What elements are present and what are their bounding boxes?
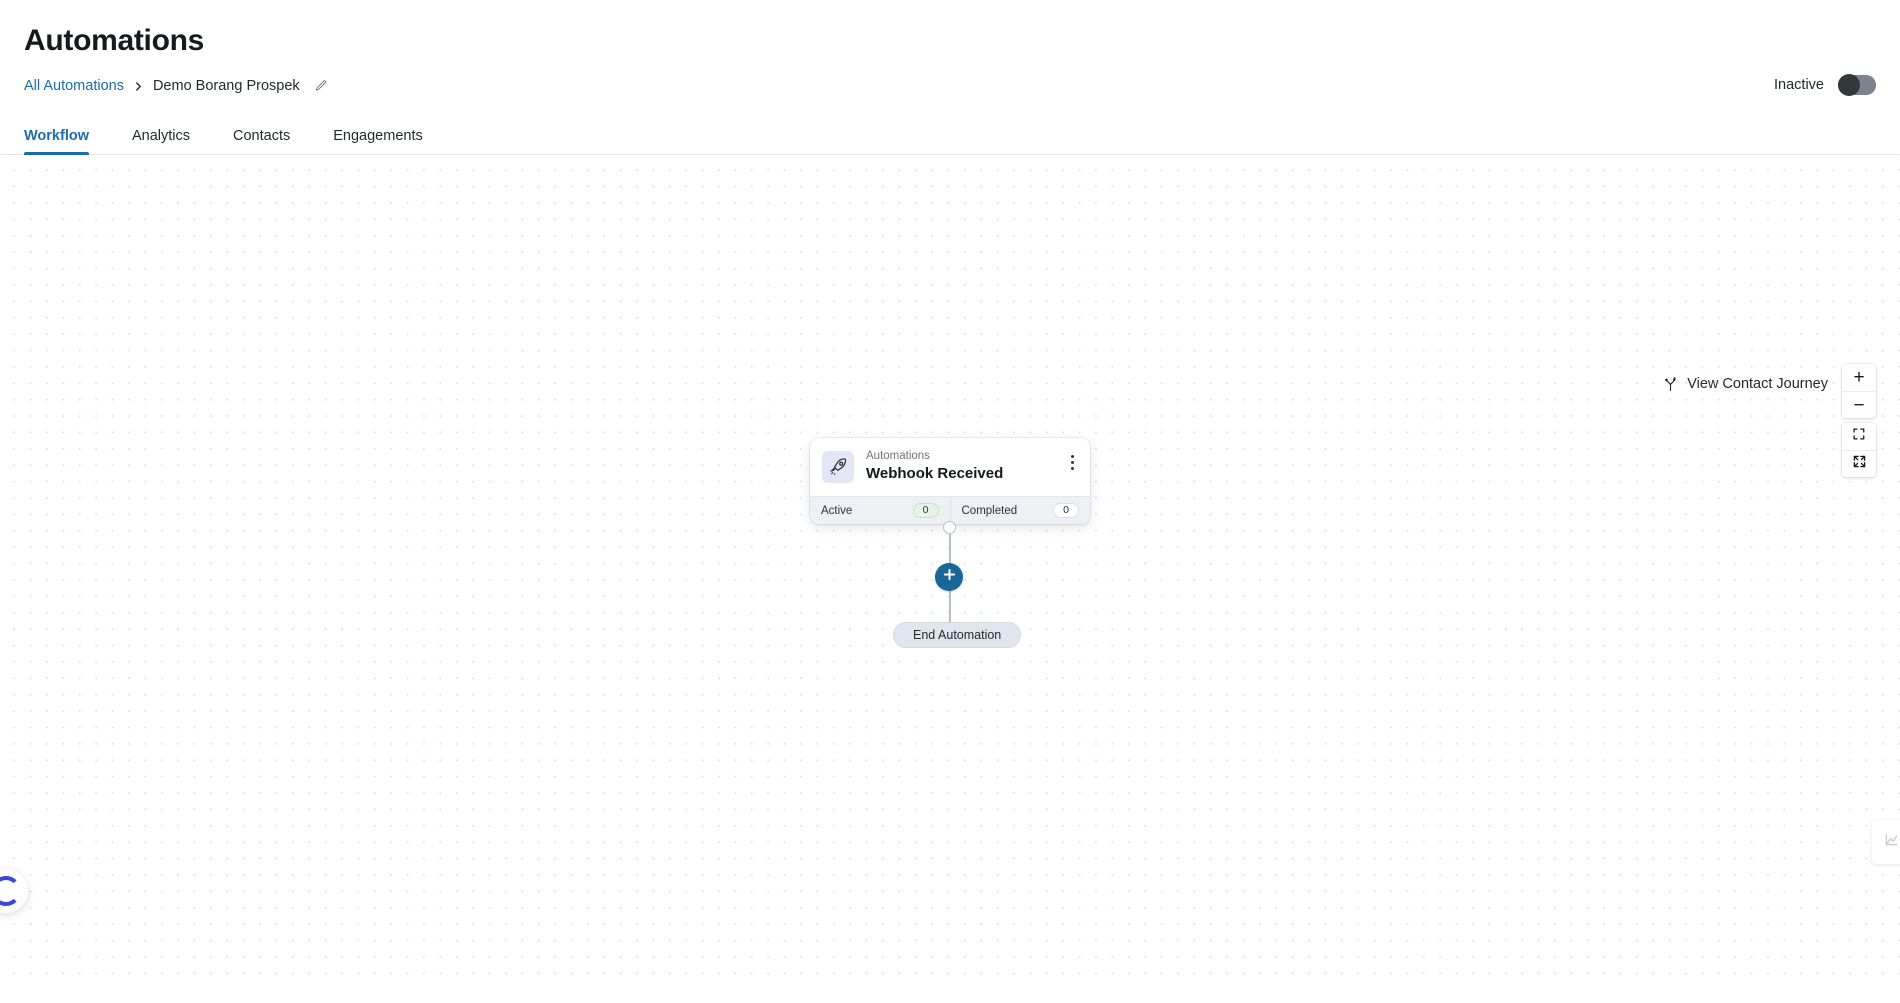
tab-analytics-label: Analytics [131, 128, 191, 144]
menu-dot [1070, 454, 1074, 458]
status-label: Inactive [1774, 77, 1824, 93]
node-category-label: Automations [866, 450, 930, 462]
chevron-right-icon [133, 81, 144, 92]
breadcrumb: All Automations Demo Borang Prospek [24, 76, 1876, 96]
expand-arrows-icon [1852, 454, 1867, 474]
breadcrumb-current-item: Demo Borang Prospek [152, 78, 300, 94]
fit-view-icon [1852, 427, 1866, 446]
rocket-icon [822, 450, 854, 483]
menu-dot [1070, 466, 1074, 470]
automation-active-toggle[interactable] [1838, 74, 1876, 96]
spinner-icon [0, 876, 21, 906]
view-contact-journey-label: View Contact Journey [1687, 376, 1828, 392]
page-title: Automations [24, 24, 205, 57]
plus-circle-icon [942, 567, 957, 587]
tab-workflow[interactable]: Workflow [24, 128, 111, 155]
canvas-zoom-controls: + − [1842, 364, 1876, 477]
toggle-knob [1838, 74, 1860, 96]
pencil-icon[interactable] [314, 79, 328, 93]
node-output-handle[interactable] [943, 521, 956, 534]
menu-dot [1070, 460, 1074, 464]
page-header: Automations All Automations Demo Borang … [0, 0, 1900, 96]
zoom-group-secondary [1842, 423, 1876, 477]
workflow-canvas[interactable]: View Contact Journey + − Automations Web… [0, 155, 1900, 987]
end-automation-label: End Automation [913, 628, 1002, 642]
tab-engagements[interactable]: Engagements [333, 128, 444, 154]
workflow-node-webhook-received[interactable]: Automations Webhook Received Active 0 Co… [810, 438, 1090, 524]
node-stat-completed-label: Completed [961, 504, 1018, 517]
breadcrumb-all-automations-link[interactable]: All Automations [24, 76, 124, 96]
workflow-node-end-automation[interactable]: End Automation [893, 622, 1022, 648]
node-title: Webhook Received [866, 465, 1004, 482]
tab-workflow-label: Workflow [24, 128, 89, 144]
node-stat-active-label: Active [821, 504, 853, 517]
node-stat-active-badge: 0 [912, 503, 939, 518]
tab-analytics[interactable]: Analytics [132, 128, 212, 154]
loading-spinner-widget[interactable] [0, 869, 28, 913]
view-contact-journey-button[interactable]: View Contact Journey [1663, 376, 1828, 392]
fit-view-button[interactable] [1842, 423, 1876, 450]
minus-icon: − [1853, 394, 1865, 416]
zoom-out-button[interactable]: − [1842, 391, 1876, 418]
minimap-toggle-button[interactable] [1872, 820, 1900, 864]
node-stat-completed[interactable]: Completed 0 [949, 497, 1091, 524]
tab-contacts-label: Contacts [233, 128, 291, 144]
zoom-in-button[interactable]: + [1842, 364, 1876, 391]
automation-status-control: Inactive [1774, 74, 1876, 96]
node-stats: Active 0 Completed 0 [810, 496, 1090, 524]
more-vertical-icon[interactable] [1063, 451, 1081, 473]
node-text-block: Automations Webhook Received [866, 449, 1003, 484]
branch-journey-icon [1663, 376, 1678, 392]
tab-bar: Workflow Analytics Contacts Engagements [0, 120, 1900, 155]
tab-contacts[interactable]: Contacts [233, 128, 312, 154]
zoom-group-primary: + − [1842, 364, 1876, 418]
minimap-icon [1883, 831, 1900, 853]
expand-button[interactable] [1842, 450, 1876, 477]
add-step-button[interactable] [935, 563, 963, 591]
node-stat-active[interactable]: Active 0 [810, 497, 950, 524]
plus-icon: + [1853, 367, 1865, 388]
node-header: Automations Webhook Received [810, 438, 1090, 496]
tab-engagements-label: Engagements [333, 128, 423, 144]
node-stat-completed-badge: 0 [1053, 503, 1079, 518]
